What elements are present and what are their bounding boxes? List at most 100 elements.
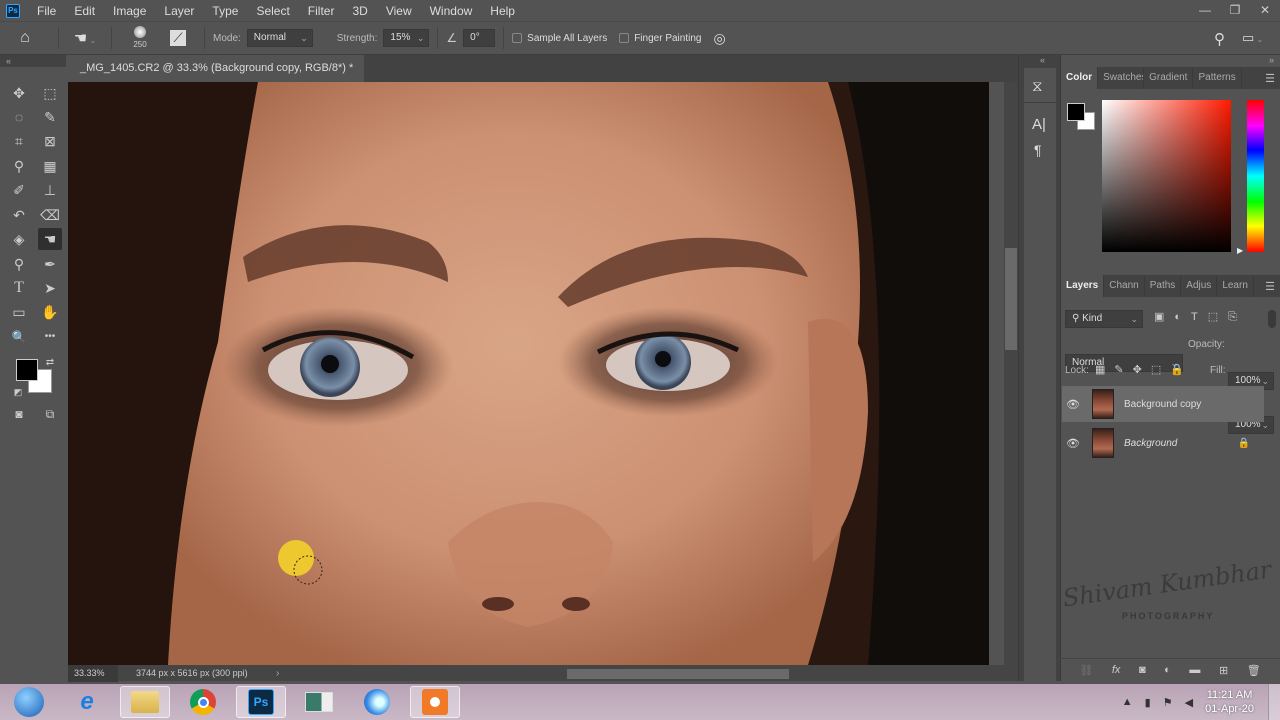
brush-settings-icon[interactable]: ⟋ (170, 30, 186, 46)
show-desktop-button[interactable] (1268, 684, 1280, 720)
screen-mode-icon[interactable]: ⧉ (38, 403, 62, 425)
path-selection-tool-icon[interactable]: ➤ (38, 277, 62, 299)
brush-preset-picker[interactable]: 250 (120, 26, 160, 50)
taskbar-media-app[interactable] (294, 686, 344, 718)
layer-row[interactable]: 👁 Background copy (1062, 386, 1264, 422)
layer-style-icon[interactable]: fx (1112, 664, 1121, 676)
hue-slider[interactable] (1247, 100, 1264, 252)
hue-slider-handle[interactable]: ▶ (1237, 246, 1243, 255)
menu-image[interactable]: Image (104, 4, 155, 18)
tab-learn[interactable]: Learn (1217, 275, 1254, 297)
collapse-dock-button[interactable]: « (1040, 55, 1045, 65)
restore-button[interactable]: ❐ (1220, 0, 1250, 21)
eye-icon[interactable]: 👁 (1062, 398, 1084, 411)
start-button[interactable] (4, 686, 54, 718)
sample-all-layers-checkbox[interactable]: Sample All Layers (512, 33, 607, 44)
mode-dropdown[interactable]: Normal ⌄ (246, 29, 313, 47)
horizontal-scroll-thumb[interactable] (567, 669, 789, 679)
collapse-toolbar-button[interactable]: « (0, 55, 66, 67)
angle-input[interactable]: 0° (463, 29, 496, 47)
checkbox-box[interactable] (512, 33, 523, 43)
vertical-scrollbar[interactable] (1004, 82, 1018, 665)
hand-tool-icon[interactable]: ✋ (38, 301, 62, 323)
history-panel-icon[interactable]: ⧖ (1032, 78, 1043, 95)
color-picker-field[interactable] (1102, 100, 1231, 252)
eye-icon[interactable]: 👁 (1062, 437, 1084, 450)
panel-menu-icon[interactable]: ☰ (1265, 280, 1275, 293)
strength-input[interactable]: 15% ⌄ (383, 29, 430, 47)
workspace-icon[interactable]: ▭ ⌄ (1242, 30, 1263, 46)
quick-mask-icon[interactable]: ◙ (7, 403, 31, 425)
lock-icons[interactable]: ▦✎✥⬚🔒 (1095, 363, 1193, 376)
pressure-icon[interactable]: ◎ (713, 30, 725, 47)
tab-gradient[interactable]: Gradient (1144, 67, 1194, 89)
tab-swatches[interactable]: Swatches (1098, 67, 1145, 89)
eraser-tool-icon[interactable]: ⌫ (38, 204, 62, 226)
frame-tool-icon[interactable]: ⊠ (38, 130, 62, 152)
power-icon[interactable]: ▮ (1145, 696, 1151, 709)
panel-menu-icon[interactable]: ☰ (1265, 72, 1275, 85)
color-panel-foreground-swatch[interactable] (1067, 103, 1085, 121)
vertical-scroll-thumb[interactable] (1005, 248, 1017, 350)
pen-tool-icon[interactable]: ✒ (38, 253, 62, 275)
adjustment-layer-icon[interactable]: ◐ (1164, 664, 1171, 676)
zoom-level[interactable]: 33.33% (68, 665, 118, 682)
clone-stamp-tool-icon[interactable]: ⊥ (38, 179, 62, 201)
menu-help[interactable]: Help (481, 4, 524, 18)
filter-toggle[interactable] (1268, 310, 1276, 328)
link-layers-icon[interactable]: ⛓ (1079, 664, 1093, 677)
taskbar-chrome[interactable] (178, 686, 228, 718)
tab-patterns[interactable]: Patterns (1193, 67, 1242, 89)
type-tool-icon[interactable]: T (7, 277, 31, 299)
foreground-color-swatch[interactable] (16, 359, 38, 381)
layer-filter-dropdown[interactable]: ⚲ Kind ⌄ (1065, 310, 1143, 328)
chevron-down-icon[interactable]: ⌄ (417, 30, 425, 46)
rect-marquee-tool-icon[interactable]: ⬚ (38, 82, 62, 104)
taskbar-photoshop[interactable]: Ps (236, 686, 286, 718)
taskbar-file-explorer[interactable] (120, 686, 170, 718)
eyedropper-tool-icon[interactable]: ⚲ (7, 155, 31, 177)
smudge-tool-icon[interactable]: ☚ (38, 228, 62, 250)
document-canvas[interactable] (68, 82, 989, 665)
show-hidden-icons[interactable]: ▲ (1122, 696, 1133, 708)
volume-icon[interactable]: ◀ (1185, 696, 1193, 709)
taskbar-browser-app[interactable] (352, 686, 402, 718)
tab-channels[interactable]: Chann (1104, 275, 1145, 297)
tab-color[interactable]: Color (1061, 67, 1099, 89)
brush-tool-icon[interactable]: ✐ (7, 179, 31, 201)
document-tab[interactable]: _MG_1405.CR2 @ 33.3% (Background copy, R… (68, 55, 364, 101)
menu-edit[interactable]: Edit (65, 4, 104, 18)
clock[interactable]: 11:21 AM 01-Apr-20 (1205, 688, 1254, 716)
swap-colors-icon[interactable]: ⇄ (44, 352, 56, 374)
crop-tool-icon[interactable]: ⌗ (7, 130, 31, 152)
default-colors-icon[interactable]: ◩ (12, 381, 24, 403)
action-center-icon[interactable]: ⚑ (1163, 696, 1173, 709)
paint-bucket-tool-icon[interactable]: ◈ (7, 228, 31, 250)
zoom-tool-icon[interactable]: 🔍 (7, 326, 31, 348)
lasso-tool-icon[interactable]: ◌ (7, 106, 31, 128)
menu-layer[interactable]: Layer (155, 4, 203, 18)
patch-tool-icon[interactable]: ▦ (38, 155, 62, 177)
home-icon[interactable]: ⌂ (0, 29, 50, 47)
history-brush-tool-icon[interactable]: ↶ (7, 204, 31, 226)
menu-select[interactable]: Select (247, 4, 298, 18)
menu-file[interactable]: File (28, 4, 65, 18)
paragraph-panel-icon[interactable]: ¶ (1034, 142, 1042, 158)
minimize-button[interactable]: — (1190, 0, 1220, 21)
menu-type[interactable]: Type (203, 4, 247, 18)
tab-layers[interactable]: Layers (1061, 275, 1105, 297)
tab-adjustments[interactable]: Adjus (1181, 275, 1218, 297)
character-panel-icon[interactable]: A| (1032, 116, 1046, 133)
menu-filter[interactable]: Filter (299, 4, 344, 18)
add-mask-icon[interactable]: ◙ (1139, 664, 1146, 676)
status-menu-arrow-icon[interactable]: › (276, 665, 279, 682)
tab-paths[interactable]: Paths (1145, 275, 1182, 297)
dodge-tool-icon[interactable]: ⚲ (7, 253, 31, 275)
edit-toolbar-icon[interactable]: ••• (38, 326, 62, 348)
rectangle-tool-icon[interactable]: ▭ (7, 301, 31, 323)
move-tool-icon[interactable]: ✥ (7, 82, 31, 104)
menu-3d[interactable]: 3D (343, 4, 376, 18)
menu-view[interactable]: View (377, 4, 421, 18)
taskbar-screen-recorder[interactable] (410, 686, 460, 718)
menu-window[interactable]: Window (421, 4, 482, 18)
